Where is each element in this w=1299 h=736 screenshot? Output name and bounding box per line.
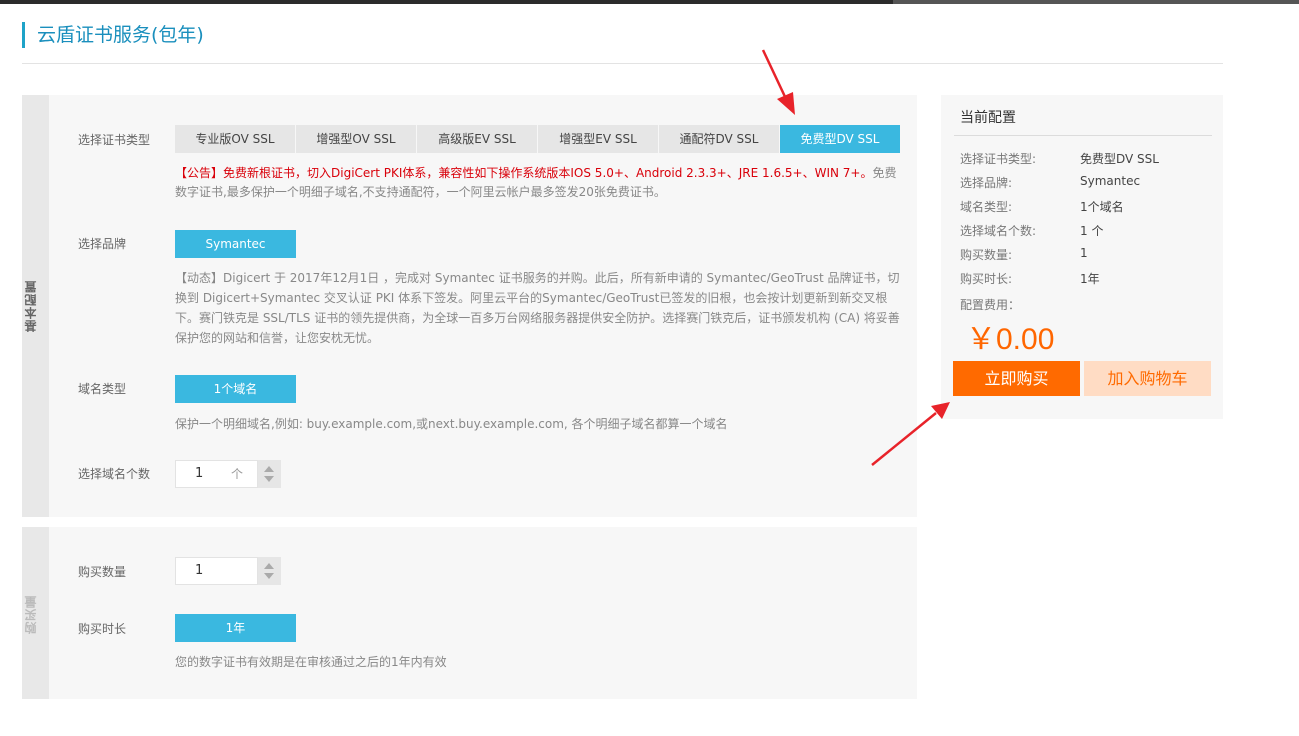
duration-button[interactable]: 1年	[175, 614, 296, 642]
summary-value: 1 个	[1080, 222, 1103, 239]
quantity-arrows	[258, 557, 281, 585]
domain-count-input[interactable]: 1 个	[175, 460, 258, 488]
basic-config-strip: 基本配置	[22, 95, 49, 517]
decrement-arrow-icon[interactable]	[264, 573, 274, 579]
duration-description: 您的数字证书有效期是在审核通过之后的1年内有效	[175, 652, 910, 672]
summary-value: 1年	[1080, 270, 1100, 287]
page-title: 云盾证书服务(包年)	[22, 22, 204, 48]
current-config-title: 当前配置	[960, 107, 1016, 127]
domain-count-arrows	[258, 460, 281, 488]
cert-notice: 【公告】免费新根证书，切入DigiCert PKI体系，兼容性如下操作系统版本I…	[175, 164, 905, 202]
summary-value: 1个域名	[1080, 198, 1124, 215]
tab-advanced-ev-ssl[interactable]: 高级版EV SSL	[417, 125, 537, 153]
basic-config-panel: 基本配置 选择证书类型 专业版OV SSL 增强型OV SSL 高级版EV SS…	[22, 95, 917, 517]
summary-key: 选择证书类型:	[960, 150, 1036, 167]
buy-now-button[interactable]: 立即购买	[953, 361, 1080, 396]
tab-enhanced-ov-ssl[interactable]: 增强型OV SSL	[296, 125, 416, 153]
summary-value: Symantec	[1080, 174, 1140, 188]
fee-label: 配置费用：	[960, 296, 1020, 313]
domain-type-label: 域名类型	[78, 381, 126, 397]
quantity-label: 购买数量	[78, 564, 126, 580]
domain-type-button[interactable]: 1个域名	[175, 375, 296, 403]
tab-pro-ov-ssl[interactable]: 专业版OV SSL	[175, 125, 295, 153]
quantity-stepper[interactable]: 1	[175, 557, 281, 585]
domain-count-value: 1	[195, 461, 203, 487]
summary-key: 购买数量:	[960, 246, 1012, 263]
quantity-value: 1	[195, 558, 203, 584]
brand-symantec-button[interactable]: Symantec	[175, 230, 296, 258]
purchase-label: 购买量	[22, 595, 49, 634]
add-to-cart-button[interactable]: 加入购物车	[1084, 361, 1211, 396]
summary-value: 1	[1080, 246, 1088, 260]
top-bar	[0, 0, 1299, 4]
summary-key: 域名类型:	[960, 198, 1012, 215]
current-config-panel: 当前配置 选择证书类型: 免费型DV SSL 选择品牌: Symantec 域名…	[941, 95, 1223, 419]
domain-count-label: 选择域名个数	[78, 466, 150, 482]
basic-config-label: 基本配置	[22, 280, 49, 332]
brand-label: 选择品牌	[78, 236, 126, 252]
summary-value: 免费型DV SSL	[1080, 150, 1159, 167]
purchase-strip: 购买量	[22, 527, 49, 699]
current-config-divider	[954, 135, 1212, 136]
domain-type-description: 保护一个明细域名,例如: buy.example.com,或next.buy.e…	[175, 414, 910, 434]
summary-key: 选择品牌:	[960, 174, 1012, 191]
top-bar-segment	[893, 0, 1299, 4]
domain-count-unit: 个	[231, 461, 243, 487]
summary-key: 购买时长:	[960, 270, 1012, 287]
brand-description: 【动态】Digicert 于 2017年12月1日 ，完成对 Symantec …	[175, 268, 910, 348]
tab-enhanced-ev-ssl[interactable]: 增强型EV SSL	[538, 125, 658, 153]
title-divider	[22, 63, 1223, 64]
notice-red-text: 【公告】免费新根证书，切入DigiCert PKI体系，兼容性如下操作系统版本I…	[175, 166, 873, 180]
summary-key: 选择域名个数:	[960, 222, 1036, 239]
duration-label: 购买时长	[78, 621, 126, 637]
cert-type-label: 选择证书类型	[78, 132, 150, 148]
increment-arrow-icon[interactable]	[264, 466, 274, 472]
cert-type-tabs: 专业版OV SSL 增强型OV SSL 高级版EV SSL 增强型EV SSL …	[175, 125, 901, 153]
domain-count-stepper[interactable]: 1 个	[175, 460, 281, 488]
purchase-panel: 购买量 购买数量 1 购买时长 1年 您的数字证书有效期是在审核通过之后的1年内…	[22, 527, 917, 699]
increment-arrow-icon[interactable]	[264, 563, 274, 569]
price-total: ￥0.00	[966, 314, 1054, 358]
decrement-arrow-icon[interactable]	[264, 476, 274, 482]
tab-wildcard-dv-ssl[interactable]: 通配符DV SSL	[659, 125, 779, 153]
tab-free-dv-ssl[interactable]: 免费型DV SSL	[780, 125, 900, 153]
quantity-input[interactable]: 1	[175, 557, 258, 585]
